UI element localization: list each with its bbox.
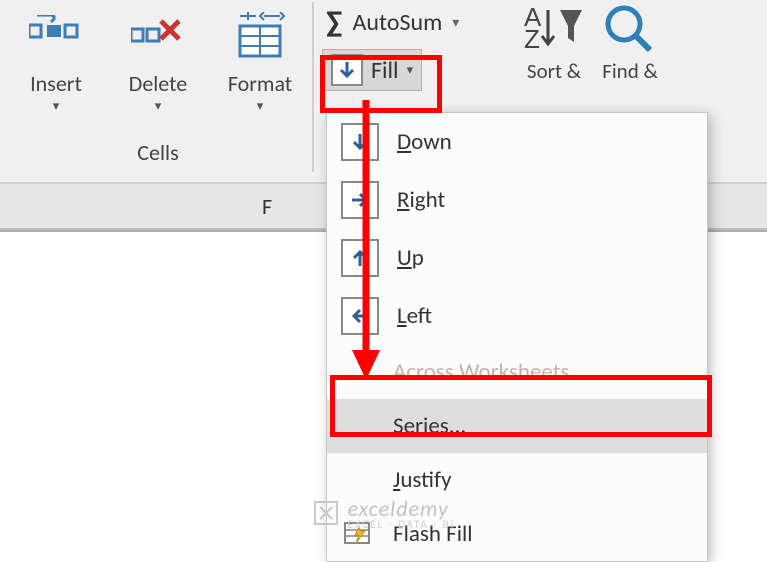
- column-header-f[interactable]: F: [262, 193, 272, 220]
- annotation-redbox-fill: [320, 55, 442, 113]
- menu-label: Right: [397, 186, 445, 214]
- chevron-down-icon: ▾: [257, 99, 264, 114]
- find-select-button[interactable]: Find &: [602, 2, 658, 84]
- insert-cells-icon: [29, 8, 83, 64]
- cells-group: Insert ▾ Delete ▾: [4, 2, 314, 172]
- menu-label: Down: [397, 128, 452, 156]
- editing-icons-group: A Z Sort & Find &: [524, 2, 658, 84]
- chevron-down-icon: ▾: [155, 99, 162, 114]
- search-icon: [602, 2, 658, 54]
- menu-label: Up: [397, 244, 424, 272]
- annotation-arrow: [350, 100, 390, 385]
- sigma-icon: ∑: [326, 4, 343, 41]
- sort-filter-icon: A Z: [524, 2, 584, 54]
- delete-cells-icon: [131, 8, 185, 64]
- chevron-down-icon: ▾: [53, 99, 60, 114]
- watermark: exceldemy EXCEL · DATA · BI: [312, 495, 456, 531]
- cells-group-items: Insert ▾ Delete ▾: [10, 2, 306, 116]
- format-cells-icon: [234, 8, 286, 64]
- menu-label: Left: [397, 302, 432, 330]
- cells-group-label: Cells: [137, 139, 178, 172]
- svg-text:Z: Z: [524, 24, 540, 54]
- sort-label: Sort &: [527, 58, 581, 84]
- watermark-logo-icon: [312, 499, 340, 527]
- insert-button[interactable]: Insert ▾: [10, 6, 102, 116]
- find-label: Find &: [602, 58, 658, 84]
- blank-icon: [341, 463, 375, 497]
- menu-label: Justify: [393, 466, 452, 494]
- insert-label: Insert: [30, 70, 82, 97]
- format-label: Format: [228, 70, 292, 97]
- watermark-tagline: EXCEL · DATA · BI: [348, 518, 456, 531]
- delete-label: Delete: [129, 70, 187, 97]
- annotation-redbox-series: [330, 375, 712, 437]
- format-button[interactable]: Format ▾: [214, 6, 306, 116]
- sort-filter-button[interactable]: A Z Sort &: [524, 2, 584, 84]
- chevron-down-icon: ▾: [452, 14, 459, 31]
- delete-button[interactable]: Delete ▾: [112, 6, 204, 116]
- autosum-label: AutoSum: [353, 8, 443, 37]
